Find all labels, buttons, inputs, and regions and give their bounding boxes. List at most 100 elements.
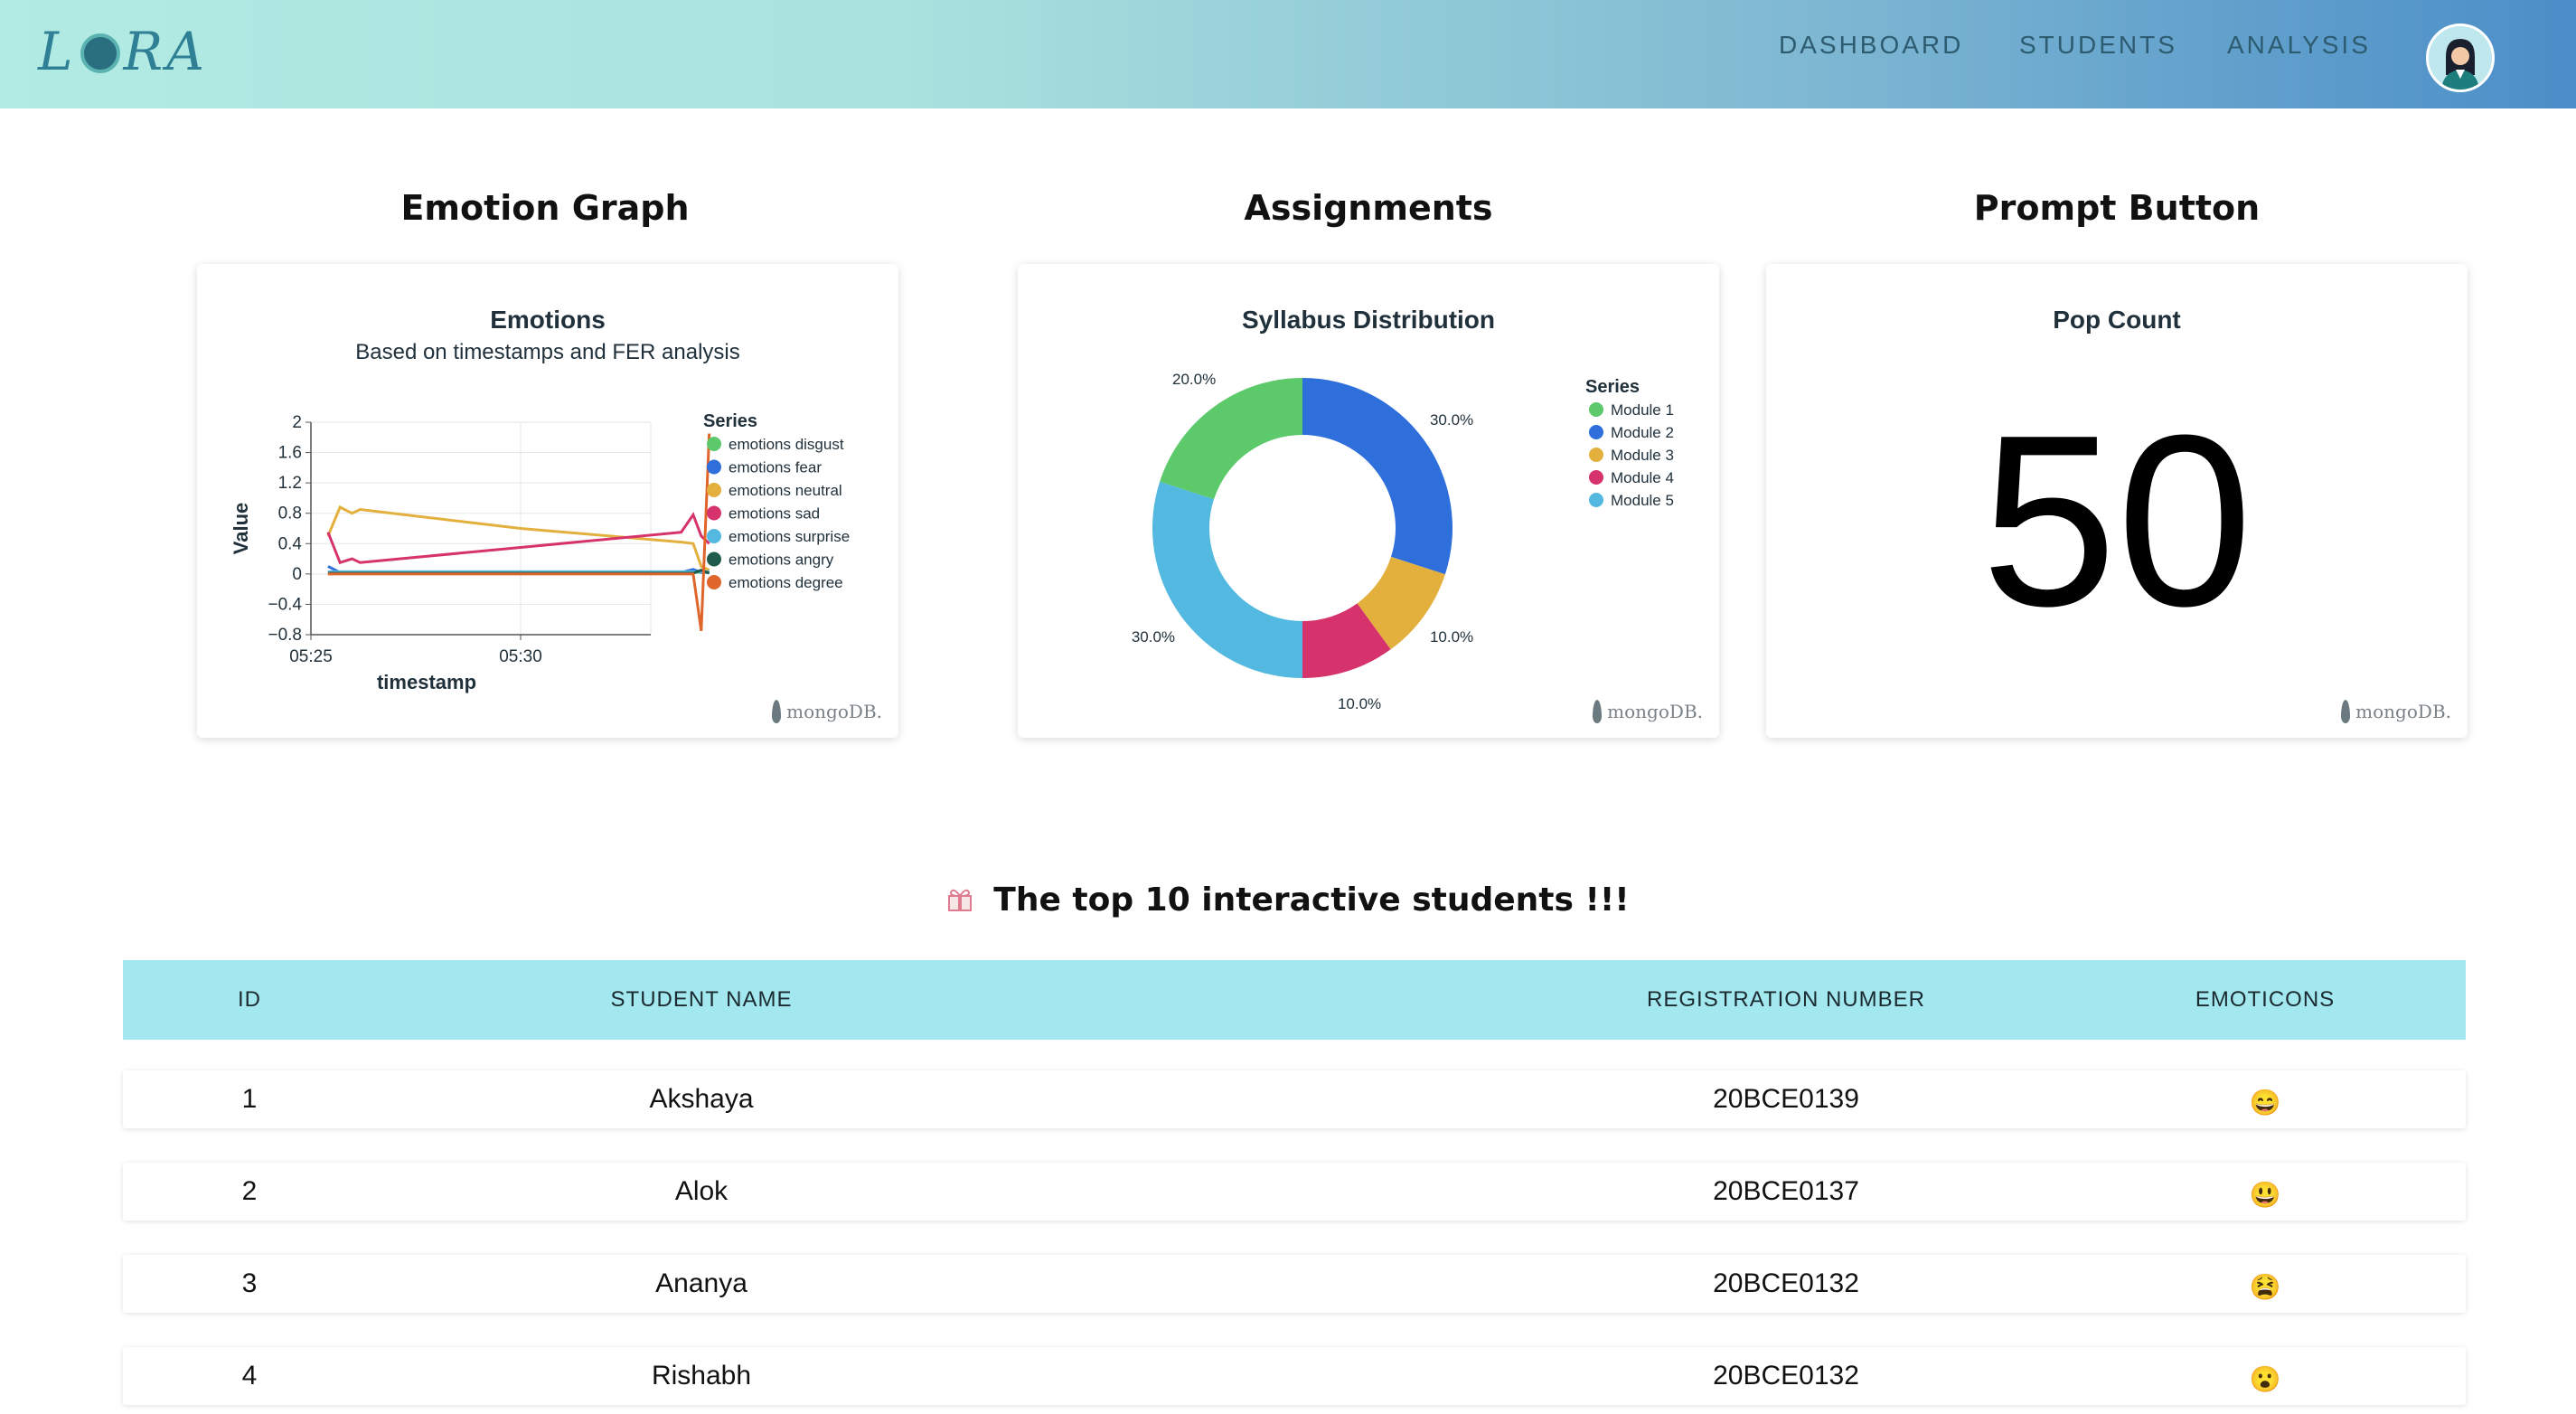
cell-id: 4 xyxy=(241,1361,258,1390)
slice-label: 30.0% xyxy=(1132,628,1175,646)
legend-label: emotions angry xyxy=(729,551,834,569)
mongodb-text: mongoDB. xyxy=(786,701,882,722)
mongodb-branding: mongoDB. xyxy=(1593,700,1703,723)
legend-label: Module 4 xyxy=(1611,469,1674,486)
legend-label: emotions degree xyxy=(729,574,843,591)
cell-student-name: Akshaya xyxy=(649,1084,754,1114)
pop-count-card: Pop Count 50 mongoDB. xyxy=(1766,264,2468,738)
user-avatar-icon xyxy=(2429,26,2492,90)
top-navbar: L RA DASHBOARD STUDENTS ANALYSIS xyxy=(0,0,2576,108)
logo-letter-l: L xyxy=(38,21,77,82)
cell-id: 2 xyxy=(241,1176,258,1206)
cell-id: 1 xyxy=(241,1084,258,1114)
table-row[interactable]: 4 Rishabh 20BCE0132 😮 xyxy=(123,1347,2466,1405)
emoticon-icon: 😫 xyxy=(2249,1273,2281,1301)
prompt-button-heading: Prompt Button xyxy=(1973,188,2261,228)
user-avatar[interactable] xyxy=(2426,24,2495,92)
cell-registration-number: 20BCE0132 xyxy=(1713,1361,1859,1390)
mongodb-leaf-icon xyxy=(772,700,782,723)
y-tick-label: 1.6 xyxy=(278,444,302,463)
donut-slice xyxy=(1160,378,1302,500)
mongodb-text: mongoDB. xyxy=(2355,701,2451,722)
y-tick-label: −0.8 xyxy=(268,626,302,645)
legend-swatch xyxy=(707,551,721,567)
cell-registration-number: 20BCE0132 xyxy=(1713,1268,1859,1298)
cell-emoticon: 😃 xyxy=(2129,1163,2401,1221)
x-tick-label: 05:25 xyxy=(289,647,333,666)
cell-registration-number: 20BCE0137 xyxy=(1713,1176,1859,1206)
table-row[interactable]: 1 Akshaya 20BCE0139 😄 xyxy=(123,1070,2466,1128)
logo-letters-ra: RA xyxy=(123,21,209,82)
legend-swatch xyxy=(1589,425,1603,439)
column-header-student-name[interactable]: STUDENT NAME xyxy=(376,960,1027,1040)
legend-label: emotions sad xyxy=(729,505,820,523)
series-line xyxy=(327,433,711,632)
mongodb-branding: mongoDB. xyxy=(772,700,882,723)
x-axis-label: timestamp xyxy=(377,671,476,693)
legend-label: emotions surprise xyxy=(729,528,850,545)
slice-label: 10.0% xyxy=(1338,695,1381,712)
logo-gem-icon xyxy=(80,33,120,73)
table-header: ID STUDENT NAME REGISTRATION NUMBER EMOT… xyxy=(123,960,2466,1040)
emotions-line-chart: 2 1.6 1.2 0.8 0.4 0 −0.4 −0.8 05:25 05:30 timestam… xyxy=(230,411,850,693)
slice-label: 10.0% xyxy=(1430,628,1473,646)
syllabus-donut-chart: 30.0% 10.0% 10.0% 30.0% 20.0% Series Module 1 M… xyxy=(1132,371,1674,712)
emotions-chart-card: Emotions Based on timestamps and FER ana… xyxy=(197,264,898,738)
cell-emoticon: 😮 xyxy=(2129,1347,2401,1405)
legend-label: Module 3 xyxy=(1611,447,1674,464)
table-row[interactable]: 2 Alok 20BCE0137 😃 xyxy=(123,1163,2466,1221)
y-tick-label: 0.8 xyxy=(278,504,302,523)
y-tick-label: 0 xyxy=(292,565,302,584)
column-header-emoticons[interactable]: EMOTICONS xyxy=(2129,960,2401,1040)
nav-students-link[interactable]: STUDENTS xyxy=(2019,31,2177,60)
app-logo[interactable]: L RA xyxy=(38,20,208,83)
y-tick-label: 1.2 xyxy=(278,474,302,493)
y-tick-label: −0.4 xyxy=(268,595,302,614)
donut-slice xyxy=(1302,378,1453,575)
legend-swatch xyxy=(707,437,721,451)
legend-label: emotions fear xyxy=(729,459,822,476)
nav-analysis-link[interactable]: ANALYSIS xyxy=(2227,31,2371,60)
cell-registration-number: 20BCE0139 xyxy=(1713,1084,1859,1114)
y-tick-label: 2 xyxy=(292,413,302,432)
legend-label: Module 1 xyxy=(1611,401,1674,419)
mongodb-branding: mongoDB. xyxy=(2341,700,2451,723)
gift-icon xyxy=(946,883,973,911)
column-header-registration-number[interactable]: REGISTRATION NUMBER xyxy=(1443,960,2129,1040)
table-row[interactable]: 3 Ananya 20BCE0132 😫 xyxy=(123,1255,2466,1313)
mongodb-leaf-icon xyxy=(1593,700,1603,723)
legend-swatch xyxy=(1589,448,1603,462)
legend-label: emotions neutral xyxy=(729,482,842,499)
y-tick-label: 0.4 xyxy=(278,534,303,553)
pop-count-value: 50 xyxy=(1980,385,2253,657)
legend-swatch xyxy=(1589,402,1603,417)
assignments-heading: Assignments xyxy=(1244,188,1493,228)
column-header-id[interactable]: ID xyxy=(123,960,376,1040)
legend-label: Module 2 xyxy=(1611,424,1674,441)
legend-swatch xyxy=(707,483,721,497)
nav-dashboard-link[interactable]: DASHBOARD xyxy=(1779,31,1963,60)
legend-swatch xyxy=(1589,470,1603,485)
x-tick-label: 05:30 xyxy=(499,647,542,666)
cell-id: 3 xyxy=(241,1268,258,1298)
emoticon-icon: 😃 xyxy=(2249,1181,2281,1209)
leaderboard-heading: The top 10 interactive students !!! xyxy=(0,881,2576,919)
mongodb-leaf-icon xyxy=(2341,700,2351,723)
emoticon-icon: 😄 xyxy=(2249,1089,2281,1117)
slice-label: 20.0% xyxy=(1172,371,1216,388)
legend-label: emotions disgust xyxy=(729,436,844,453)
leaderboard-title-text: The top 10 interactive students !!! xyxy=(993,881,1630,919)
legend-swatch xyxy=(707,505,721,521)
legend-swatch xyxy=(1589,493,1603,507)
emoticon-icon: 😮 xyxy=(2249,1365,2281,1393)
donut-slice xyxy=(1152,481,1302,678)
cell-emoticon: 😫 xyxy=(2129,1255,2401,1313)
mongodb-text: mongoDB. xyxy=(1607,701,1703,722)
legend-title: Series xyxy=(703,411,757,431)
legend-title: Series xyxy=(1585,377,1640,397)
legend-swatch xyxy=(707,575,721,589)
y-axis-label: Value xyxy=(230,503,252,554)
syllabus-chart-card: Syllabus Distribution 30.0% 10.0% 10.0% 30.… xyxy=(1018,264,1719,738)
cell-student-name: Rishabh xyxy=(651,1361,752,1390)
cell-student-name: Alok xyxy=(674,1176,729,1206)
